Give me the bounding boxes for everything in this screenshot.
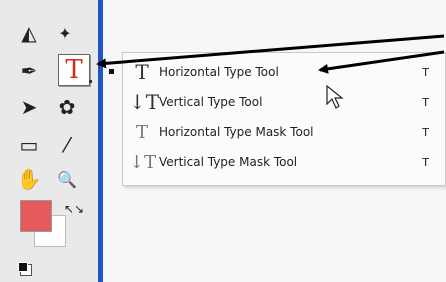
callout-arrow-to-menu-item	[318, 50, 445, 74]
callout-arrows	[96, 34, 445, 74]
